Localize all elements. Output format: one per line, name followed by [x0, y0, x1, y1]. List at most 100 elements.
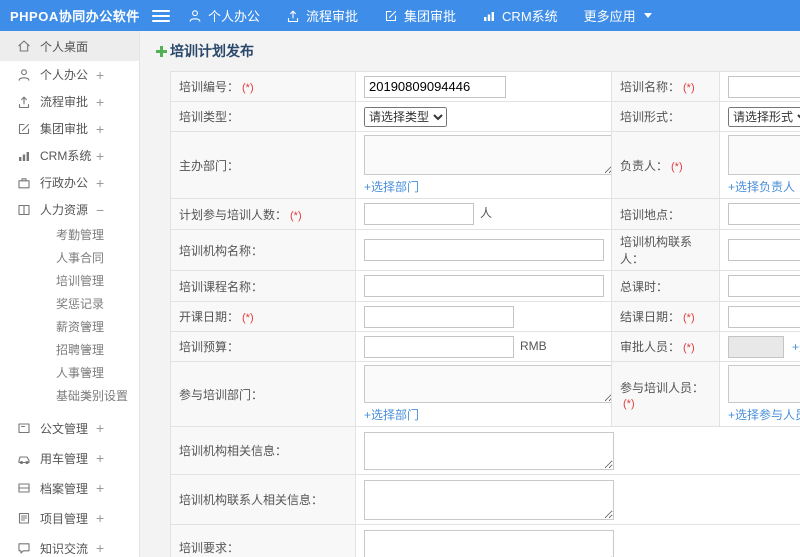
total-hours-input[interactable] [728, 275, 800, 297]
sidebar-item-project-mgmt[interactable]: 项目管理 + [0, 503, 139, 533]
edit-icon [384, 9, 398, 23]
training-name-label: 培训名称： [620, 80, 681, 94]
table-row: 开课日期： (*) 结课日期： (*) [170, 301, 800, 332]
sidebar-item-document-mgmt[interactable]: 公文管理 + [0, 413, 139, 443]
host-dept-textarea[interactable] [364, 135, 611, 175]
sidebar-subitem-recruit[interactable]: 招聘管理 + [0, 338, 139, 361]
leader-label: 负责人： [620, 158, 669, 173]
table-row: 培训机构名称： 培训机构联系人： [170, 229, 800, 271]
training-mode-select[interactable]: 请选择形式 [728, 106, 800, 127]
menu-toggle-icon[interactable] [152, 9, 170, 22]
table-row: 培训编号：(*) 培训名称：(*) [170, 71, 800, 102]
sidebar-item-vehicle-mgmt[interactable]: 用车管理 + [0, 443, 139, 473]
document-icon [17, 421, 31, 435]
table-row: 培训类型： 请选择类型 培训形式： 请选择形式 [170, 101, 800, 132]
approver-label: 审批人员： [620, 340, 681, 354]
sidebar-subitem-base-category[interactable]: 基础类别设置 + [0, 384, 139, 407]
table-row: 培训机构联系人相关信息： [170, 474, 800, 525]
start-date-input[interactable] [364, 305, 514, 328]
place-label: 培训地点： [620, 207, 681, 222]
upload-icon [286, 9, 300, 23]
sidebar-subitem-training[interactable]: 培训管理 [0, 269, 139, 292]
sidebar-item-personal-office[interactable]: 个人办公 + [0, 61, 139, 88]
budget-input[interactable] [364, 335, 514, 358]
app-logo: PHPOA协同办公软件 [10, 9, 140, 24]
join-dept-label: 参与培训部门： [179, 387, 264, 402]
book-icon [17, 203, 31, 217]
chevron-down-icon [643, 13, 652, 18]
join-people-textarea[interactable] [728, 365, 800, 403]
user-icon [188, 9, 202, 23]
sidebar-item-group-approval[interactable]: 集团审批 + [0, 115, 139, 142]
org-contact-input[interactable] [728, 239, 800, 261]
select-leader-link[interactable]: +选择负责人 [728, 178, 795, 195]
sidebar-subitem-hr-contract[interactable]: 人事合同 [0, 246, 139, 269]
nav-crm-system[interactable]: CRM系统 [482, 6, 558, 25]
table-row: 参与培训部门： +选择部门 参与培训人员：(*) +选择参与人员 [170, 361, 800, 427]
join-dept-textarea[interactable] [364, 365, 611, 403]
planned-count-input[interactable] [364, 203, 474, 225]
course-name-label: 培训课程名称： [179, 279, 264, 294]
org-name-input[interactable] [364, 239, 604, 261]
table-row: 培训要求： [170, 524, 800, 557]
edit-icon [17, 122, 31, 136]
sidebar-subitem-personnel[interactable]: 人事管理 + [0, 361, 139, 384]
training-no-input[interactable] [364, 75, 506, 98]
training-type-label: 培训类型： [179, 110, 240, 124]
course-name-input[interactable] [364, 275, 604, 297]
upload-icon [17, 95, 31, 109]
total-hours-label: 总课时： [620, 279, 669, 294]
org-contact-info-textarea[interactable] [364, 479, 614, 520]
table-row: 培训课程名称： 总课时： [170, 270, 800, 302]
sidebar-item-knowledge-exchange[interactable]: 知识交流 + [0, 533, 139, 557]
count-unit: 人 [480, 206, 493, 221]
sidebar-item-human-resources[interactable]: 人力资源 − [0, 196, 139, 223]
chat-icon [17, 541, 31, 555]
nav-more-apps[interactable]: 更多应用 [584, 6, 652, 25]
leader-textarea[interactable] [728, 135, 800, 175]
sidebar-item-archive-mgmt[interactable]: 档案管理 + [0, 473, 139, 503]
table-row: 培训预算： RMB 审批人员：(*) +选择审批人员 [170, 331, 800, 362]
training-type-select[interactable]: 请选择类型 [364, 106, 447, 127]
sidebar-item-crm-system[interactable]: CRM系统 + [0, 142, 139, 169]
approver-input[interactable] [728, 335, 784, 358]
nav-personal-office[interactable]: 个人办公 [188, 6, 260, 25]
archive-icon [17, 481, 31, 495]
nav-group-approval[interactable]: 集团审批 [384, 6, 456, 25]
org-info-textarea[interactable] [364, 431, 614, 470]
select-join-people-link[interactable]: +选择参与人员 [728, 406, 800, 423]
table-row: 培训机构相关信息： [170, 426, 800, 475]
org-info-label: 培训机构相关信息： [179, 444, 288, 458]
topbar: PHPOA协同办公软件 个人办公 流程审批 集团审批 CRM系统 更多应用 [0, 0, 800, 31]
select-dept-link[interactable]: +选择部门 [364, 178, 419, 195]
org-name-label: 培训机构名称： [179, 243, 264, 258]
budget-label: 培训预算： [179, 340, 240, 354]
sidebar-item-workflow-approval[interactable]: 流程审批 + [0, 88, 139, 115]
table-row: 计划参与培训人数： (*) 人 培训地点： [170, 198, 800, 230]
car-icon [17, 451, 31, 465]
sidebar-subitem-rewards[interactable]: 奖惩记录 [0, 292, 139, 315]
bar-chart-icon [17, 149, 31, 163]
org-contact-info-label: 培训机构联系人相关信息： [179, 493, 324, 507]
select-join-dept-link[interactable]: +选择部门 [364, 406, 419, 423]
sidebar-subitem-salary[interactable]: 薪资管理 + [0, 315, 139, 338]
sidebar-item-admin-office[interactable]: 行政办公 + [0, 169, 139, 196]
sidebar-item-personal-desktop[interactable]: 个人桌面 [0, 31, 139, 61]
training-no-label: 培训编号： [179, 80, 240, 94]
add-icon [156, 45, 167, 57]
training-plan-form: 培训编号：(*) 培训名称：(*) 培训类型： 请选择类型 培训形式： 请选择形… [170, 71, 800, 557]
table-row: 主办部门： +选择部门 负责人： (*) +选择负责人 [170, 131, 800, 199]
end-date-input[interactable] [728, 305, 800, 328]
place-input[interactable] [728, 203, 800, 225]
page-title: 培训计划发布 [156, 41, 800, 61]
select-approver-link[interactable]: +选择审批人员 [792, 338, 800, 355]
nav-workflow-approval[interactable]: 流程审批 [286, 6, 358, 25]
training-name-input[interactable] [728, 75, 800, 98]
org-contact-label: 培训机构联系人： [620, 235, 693, 266]
requirements-textarea[interactable] [364, 529, 614, 557]
briefcase-icon [17, 176, 31, 190]
budget-unit: RMB [520, 338, 547, 353]
clipboard-icon [17, 511, 31, 525]
sidebar-subitem-attendance[interactable]: 考勤管理 [0, 223, 139, 246]
join-people-label: 参与培训人员： [620, 380, 705, 395]
